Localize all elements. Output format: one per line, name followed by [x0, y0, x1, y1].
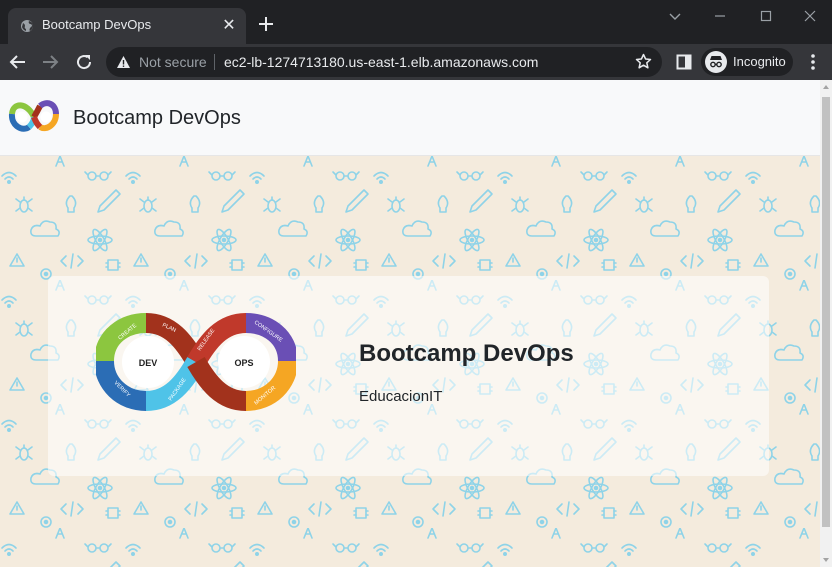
kebab-menu-icon[interactable]	[803, 52, 823, 72]
reload-icon[interactable]	[74, 52, 94, 72]
dev-label: DEV	[139, 358, 158, 368]
incognito-icon	[705, 51, 727, 73]
new-tab-plus-icon[interactable]	[256, 14, 276, 34]
devops-cycle-logo: DEV OPS CREATE PLAN RELEASE CONFIGURE MO…	[96, 313, 296, 411]
navbar-brand[interactable]: Bootcamp DevOps	[73, 107, 241, 130]
not-secure-label[interactable]: Not secure	[139, 54, 207, 70]
site-navbar: Bootcamp DevOps	[0, 80, 820, 156]
window-close-icon[interactable]	[799, 8, 821, 24]
maximize-icon[interactable]	[755, 8, 777, 24]
globe-icon	[21, 20, 33, 32]
address-bar[interactable]: Not secure ec2-lb-1274713180.us-east-1.e…	[106, 47, 662, 77]
tab-title: Bootcamp DevOps	[42, 17, 152, 32]
url-text[interactable]: ec2-lb-1274713180.us-east-1.elb.amazonaw…	[224, 54, 538, 70]
back-arrow-icon[interactable]	[8, 52, 28, 72]
hero-title: Bootcamp DevOps	[359, 340, 574, 367]
browser-toolbar: Not secure ec2-lb-1274713180.us-east-1.e…	[0, 44, 832, 80]
scrollbar-thumb[interactable]	[822, 97, 830, 527]
browser-tab[interactable]: Bootcamp DevOps ✕	[8, 8, 246, 44]
bookmark-star-icon[interactable]	[635, 53, 652, 70]
minimize-icon[interactable]	[709, 8, 731, 24]
hero-card: DEV OPS CREATE PLAN RELEASE CONFIGURE MO…	[48, 276, 769, 476]
scroll-up-arrow-icon[interactable]	[822, 83, 830, 91]
devops-infinity-logo[interactable]	[7, 90, 61, 144]
hero-section: DEV OPS CREATE PLAN RELEASE CONFIGURE MO…	[0, 156, 820, 567]
vertical-scrollbar[interactable]	[820, 80, 832, 567]
forward-arrow-icon[interactable]	[40, 52, 60, 72]
side-panel-icon[interactable]	[674, 52, 694, 72]
warning-icon[interactable]	[116, 55, 131, 69]
page-viewport: Bootcamp DevOps DEV OPS CREATE PLAN RELE…	[0, 80, 832, 567]
hero-subtitle: EducacionIT	[359, 388, 443, 405]
incognito-badge[interactable]: Incognito	[701, 48, 793, 76]
ops-label: OPS	[234, 358, 253, 368]
scroll-down-arrow-icon[interactable]	[822, 556, 830, 564]
browser-titlebar: Bootcamp DevOps ✕	[0, 0, 832, 44]
close-icon[interactable]: ✕	[220, 17, 238, 35]
tab-search-chevron-icon[interactable]	[664, 8, 686, 24]
incognito-label: Incognito	[733, 54, 786, 69]
address-separator	[214, 54, 215, 70]
